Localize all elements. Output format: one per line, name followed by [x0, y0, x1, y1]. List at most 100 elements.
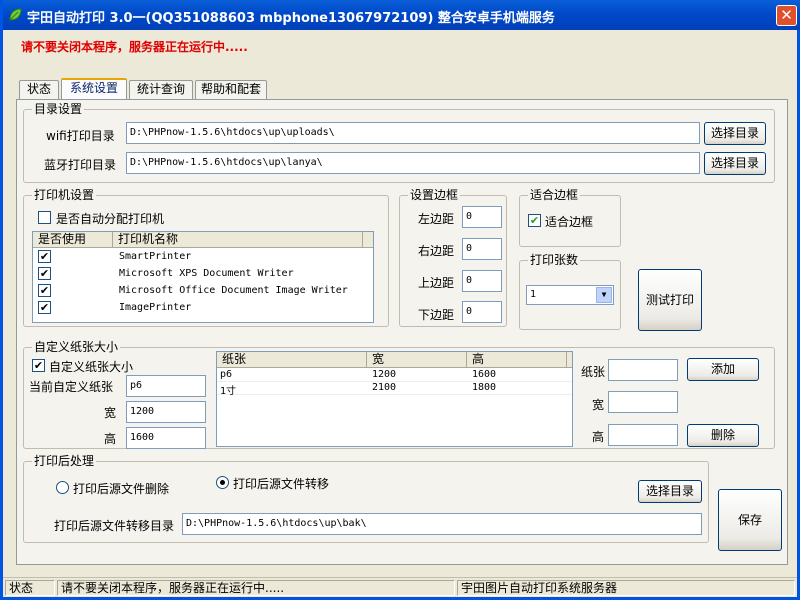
printer-list[interactable]: 是否使用 打印机名称 ✔ SmartPrinter ✔ Microsoft XP… [32, 231, 374, 323]
bottom-margin-label: 下边距 [418, 308, 455, 322]
paper-height-cell: 1800 [472, 382, 497, 393]
col-name-header[interactable]: 打印机名称 [113, 232, 363, 248]
printer-name: Microsoft Office Document Image Writer [119, 285, 348, 296]
post-choose-dir-button[interactable]: 选择目录 [638, 480, 702, 503]
post-process-group: 打印后处理 打印后源文件删除 打印后源文件转移 选择目录 打印后源文件转移目录 … [23, 454, 709, 543]
left-margin-input[interactable]: 0 [462, 206, 502, 228]
new-paper-name-input[interactable] [608, 359, 678, 381]
bt-dir-input[interactable]: D:\PHPnow-1.5.6\htdocs\up\lanya\ [126, 152, 700, 174]
test-print-button[interactable]: 测试打印 [638, 269, 702, 331]
settings-panel: 目录设置 wifi打印目录 D:\PHPnow-1.5.6\htdocs\up\… [16, 99, 788, 565]
copies-title: 打印张数 [528, 253, 581, 267]
status-bar: 状态 请不要关闭本程序，服务器正在运行中..... 宇田图片自动打印系统服务器 [3, 577, 797, 597]
running-warning: 请不要关闭本程序，服务器正在运行中..... [21, 40, 248, 54]
table-row[interactable]: p6 1200 1600 [217, 369, 572, 382]
move-after-print-label: 打印后源文件转移 [233, 477, 330, 491]
printer-settings-title: 打印机设置 [32, 188, 97, 202]
paper-height-input[interactable]: 1600 [126, 427, 206, 449]
custom-paper-checkbox[interactable]: ✔ [32, 359, 45, 372]
fit-border-label: 适合边框 [545, 215, 594, 229]
paper-table-header: 纸张 宽 高 [217, 352, 572, 368]
tab-stats-query[interactable]: 统计查询 [129, 80, 193, 99]
col-use-header[interactable]: 是否使用 [33, 232, 113, 248]
margins-group: 设置边框 左边距 0 右边距 0 上边距 0 下边距 0 [399, 188, 507, 327]
leaf-app-icon [9, 8, 22, 21]
margins-title: 设置边框 [408, 188, 461, 202]
right-margin-label: 右边距 [418, 244, 455, 258]
main-window: 宇田自动打印 3.0一(QQ351088603 mbphone130679721… [0, 0, 800, 600]
printer-row[interactable]: ✔ Microsoft Office Document Image Writer [33, 283, 373, 300]
col-paper-header[interactable]: 纸张 [217, 352, 367, 368]
printer-row[interactable]: ✔ ImagePrinter [33, 300, 373, 317]
auto-assign-checkbox[interactable] [38, 211, 51, 224]
printer-list-header: 是否使用 打印机名称 [33, 232, 373, 248]
chevron-down-icon[interactable]: ▼ [596, 287, 612, 303]
custom-paper-group: 自定义纸张大小 ✔ 自定义纸张大小 当前自定义纸张 p6 宽 1200 高 16… [23, 340, 775, 449]
bt-dir-label: 蓝牙打印目录 [44, 158, 117, 172]
paper-table[interactable]: 纸张 宽 高 p6 1200 1600 1寸 2100 1800 [216, 351, 573, 447]
status-cell-state: 状态 [5, 580, 55, 596]
title-bar[interactable]: 宇田自动打印 3.0一(QQ351088603 mbphone130679721… [3, 0, 800, 30]
delete-after-print-radio[interactable] [56, 481, 69, 494]
right-margin-input[interactable]: 0 [462, 238, 502, 260]
paper-width-cell: 2100 [372, 382, 397, 393]
wifi-dir-label: wifi打印目录 [46, 129, 115, 143]
move-after-print-radio[interactable] [216, 476, 229, 489]
table-row[interactable]: 1寸 2100 1800 [217, 382, 572, 397]
copies-group: 打印张数 1 ▼ [519, 253, 621, 330]
printer-name: ImagePrinter [119, 302, 192, 313]
current-paper-input[interactable]: p6 [126, 375, 206, 397]
delete-paper-button[interactable]: 删除 [687, 424, 759, 447]
paper-height-label: 高 [104, 432, 117, 446]
close-button[interactable]: ✕ [776, 5, 797, 26]
add-paper-button[interactable]: 添加 [687, 358, 759, 381]
dir-settings-title: 目录设置 [32, 102, 85, 116]
fit-border-group: 适合边框 ✔ 适合边框 [519, 188, 621, 247]
move-dir-input[interactable]: D:\PHPnow-1.5.6\htdocs\up\bak\ [182, 513, 702, 535]
top-margin-input[interactable]: 0 [462, 270, 502, 292]
current-paper-label: 当前自定义纸张 [29, 380, 114, 394]
save-button[interactable]: 保存 [718, 489, 782, 551]
paper-width-label: 宽 [104, 406, 117, 420]
auto-assign-label: 是否自动分配打印机 [56, 212, 165, 226]
post-process-title: 打印后处理 [32, 454, 97, 468]
new-paper-height-input[interactable] [608, 424, 678, 446]
copies-value: 1 [530, 289, 537, 300]
new-paper-name-label: 纸张 [581, 365, 606, 379]
left-margin-label: 左边距 [418, 212, 455, 226]
copies-select[interactable]: 1 ▼ [526, 285, 614, 305]
bottom-margin-input[interactable]: 0 [462, 301, 502, 323]
tab-status[interactable]: 状态 [19, 80, 59, 99]
wifi-choose-dir-button[interactable]: 选择目录 [704, 122, 766, 145]
printer-name: SmartPrinter [119, 251, 192, 262]
tab-help[interactable]: 帮助和配套 [195, 80, 267, 99]
printer-use-checkbox[interactable]: ✔ [38, 284, 51, 297]
status-cell-message: 请不要关闭本程序，服务器正在运行中..... [57, 580, 455, 596]
paper-name-cell: p6 [220, 369, 233, 380]
printer-use-checkbox[interactable]: ✔ [38, 250, 51, 263]
dir-settings-group: 目录设置 wifi打印目录 D:\PHPnow-1.5.6\htdocs\up\… [23, 102, 775, 183]
fit-border-title: 适合边框 [528, 188, 581, 202]
printer-use-checkbox[interactable]: ✔ [38, 301, 51, 314]
paper-width-input[interactable]: 1200 [126, 401, 206, 423]
col-height-header[interactable]: 高 [467, 352, 567, 368]
printer-use-checkbox[interactable]: ✔ [38, 267, 51, 280]
custom-paper-enable-label: 自定义纸张大小 [49, 360, 134, 374]
printer-row[interactable]: ✔ Microsoft XPS Document Writer [33, 266, 373, 283]
delete-after-print-label: 打印后源文件删除 [73, 482, 170, 496]
new-paper-height-label: 高 [592, 430, 605, 444]
status-cell-appname: 宇田图片自动打印系统服务器 [457, 580, 795, 596]
custom-paper-title: 自定义纸张大小 [32, 340, 121, 354]
wifi-dir-input[interactable]: D:\PHPnow-1.5.6\htdocs\up\uploads\ [126, 122, 700, 144]
printer-row[interactable]: ✔ SmartPrinter [33, 249, 373, 266]
fit-border-checkbox[interactable]: ✔ [528, 214, 541, 227]
tab-system-settings[interactable]: 系统设置 [61, 78, 127, 100]
paper-height-cell: 1600 [472, 369, 497, 380]
window-title: 宇田自动打印 3.0一(QQ351088603 mbphone130679721… [27, 11, 555, 26]
printer-name: Microsoft XPS Document Writer [119, 268, 294, 279]
printer-settings-group: 打印机设置 是否自动分配打印机 是否使用 打印机名称 ✔ SmartPrinte… [23, 188, 389, 327]
top-margin-label: 上边距 [418, 276, 455, 290]
new-paper-width-input[interactable] [608, 391, 678, 413]
col-width-header[interactable]: 宽 [367, 352, 467, 368]
bt-choose-dir-button[interactable]: 选择目录 [704, 152, 766, 175]
